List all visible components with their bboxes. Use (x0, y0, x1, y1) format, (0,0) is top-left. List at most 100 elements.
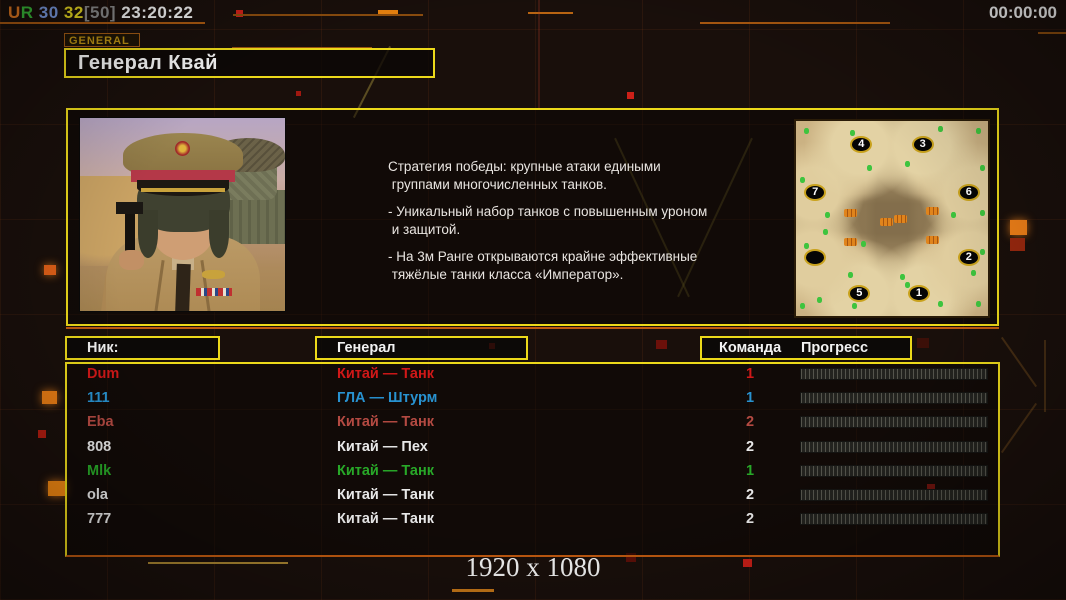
decor-square (296, 91, 301, 96)
player-progress-bar (800, 513, 988, 526)
column-header-nick: Ник: (65, 336, 220, 360)
decor-square (656, 340, 667, 349)
map-tree-dot (980, 209, 986, 216)
map-tree-dot (899, 274, 905, 280)
portrait-hand (119, 250, 144, 270)
portrait-medal-ribbons (196, 288, 232, 296)
map-tree-dot (866, 164, 872, 171)
map-tree-dot (905, 160, 911, 167)
map-supply-pile (926, 206, 940, 215)
general-description: Стратегия победы: крупные атаки едиными … (388, 158, 718, 293)
general-title-box: Генерал Квай (64, 48, 435, 78)
decor-square (1010, 220, 1027, 235)
map-tree-dot (799, 303, 805, 310)
decor-square (38, 430, 46, 438)
player-name: 777 (87, 511, 112, 528)
map-tree-dot (799, 176, 805, 183)
description-paragraph: Стратегия победы: крупные атаки едиными … (388, 159, 661, 192)
player-row: Dum Китай — Танк 1 (67, 362, 998, 386)
map-tree-dot (976, 127, 982, 134)
map-tree-dot (861, 240, 867, 247)
status-segment: 23:20:22 (116, 3, 194, 22)
map-tree-dot (803, 242, 809, 249)
general-tab-label: GENERAL (64, 33, 140, 47)
player-progress-bar (800, 440, 988, 453)
map-supply-pile (893, 214, 907, 223)
general-portrait (79, 117, 286, 312)
description-paragraph: - Уникальный набор танков с повышенным у… (388, 204, 708, 237)
player-team: 2 (745, 487, 755, 503)
map-tree-dot (951, 211, 957, 218)
map-supply-pile (880, 218, 894, 227)
column-header-progress: Прогресс (801, 340, 869, 356)
map-spawn-marker: 3 (911, 136, 934, 154)
decor-line (452, 589, 494, 592)
player-name: ola (87, 487, 108, 503)
player-progress-bar (800, 464, 988, 477)
decor-line (1038, 32, 1066, 34)
map-tree-dot (822, 229, 828, 236)
decor-square (627, 92, 634, 99)
portrait-cap-braid (141, 188, 225, 192)
player-faction: Китай — Пех (337, 438, 428, 455)
player-team: 1 (745, 462, 755, 479)
player-progress-bar (800, 489, 988, 501)
map-spawn-marker: 7 (804, 184, 827, 202)
map-tree-dot (803, 127, 809, 134)
player-table-body: Dum Китай — Танк 1 111 ГЛА — Штурм 1 Eba… (65, 362, 1000, 557)
page-title: Генерал Квай (78, 52, 218, 74)
player-name: 111 (87, 390, 110, 407)
loading-screen: UR 30 32[50] 23:20:22 00:00:00 GENERAL Г… (0, 0, 1066, 600)
player-faction: Китай — Танк (337, 487, 434, 503)
map-spawn-marker (804, 249, 827, 267)
player-faction: Китай — Танк (337, 462, 434, 479)
player-row: 808 Китай — Пех 2 (67, 435, 998, 459)
map-tree-dot (847, 272, 853, 279)
player-faction: Китай — Танк (337, 414, 434, 431)
map-tree-dot (905, 281, 911, 288)
decor-diagonal-line (1000, 336, 1038, 388)
map-tree-dot (980, 248, 986, 255)
match-timer: 00:00:00 (988, 3, 1057, 22)
player-row: Mlk Китай — Танк 1 (67, 459, 998, 483)
status-segment: U (8, 3, 21, 22)
player-team: 2 (745, 414, 755, 431)
map-spawn-marker: 4 (850, 136, 873, 154)
map-spawn-marker: 5 (848, 284, 871, 302)
status-segment: [50] (83, 3, 117, 22)
decor-line (378, 10, 398, 14)
player-progress-bar (800, 368, 988, 380)
player-name: Mlk (87, 462, 112, 479)
portrait-cap-badge (175, 141, 190, 156)
portrait-helmet-flap (138, 210, 158, 258)
decor-diagonal-line (1044, 340, 1046, 412)
player-team: 1 (745, 366, 755, 382)
decor-line (528, 12, 573, 14)
status-segment: 30 (33, 3, 59, 22)
player-faction: Китай — Танк (337, 511, 434, 528)
player-name: 808 (87, 438, 112, 455)
decor-diagonal-line (538, 0, 540, 110)
map-supply-pile (843, 237, 857, 246)
player-row: ola Китай — Танк 2 (67, 483, 998, 507)
decor-diagonal-line (1000, 402, 1038, 454)
status-segment: 32 (58, 3, 84, 22)
decor-line (700, 22, 890, 24)
map-tree-dot (970, 270, 976, 277)
decor-square (44, 265, 56, 275)
map-tree-dot (849, 129, 855, 136)
map-spawn-marker: 1 (907, 284, 930, 302)
map-preview: 4 3 7 6 2 5 1 (794, 119, 990, 318)
map-tree-dot (851, 303, 857, 310)
map-supply-pile (926, 235, 940, 244)
description-paragraph: - На 3м Ранге открываются крайне эффекти… (388, 249, 698, 282)
player-team: 1 (745, 390, 755, 407)
column-header-team-progress: Команда Прогресс (700, 336, 912, 360)
player-row: Eba Китай — Танк 2 (67, 410, 998, 434)
map-tree-dot (817, 297, 823, 304)
map-spawn-marker: 6 (957, 184, 980, 202)
decor-line (233, 14, 423, 16)
player-name: Eba (87, 414, 114, 431)
portrait-helmet-flap (209, 210, 229, 258)
decor-square (48, 481, 65, 496)
